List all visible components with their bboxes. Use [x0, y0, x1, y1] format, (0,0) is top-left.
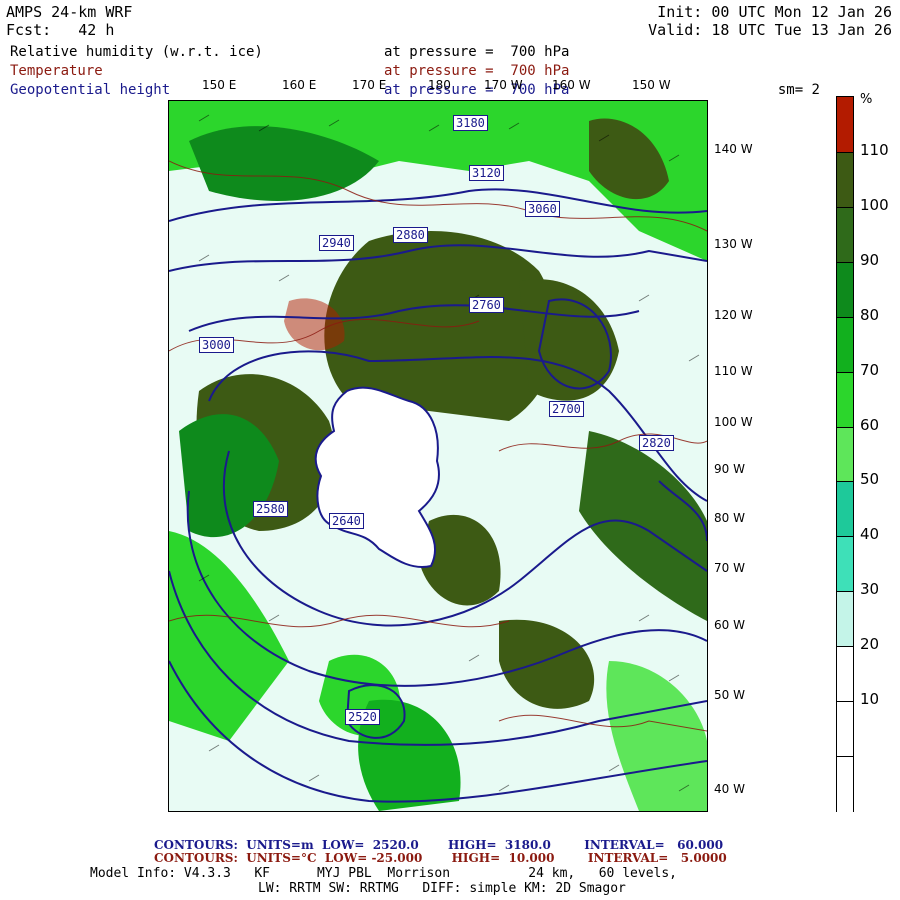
field-temp-level: at pressure = 700 hPa — [384, 63, 570, 79]
model-title: AMPS 24-km WRF — [6, 3, 133, 21]
colorbar-segment — [837, 701, 853, 758]
colorbar-tick-label: 20 — [860, 635, 880, 654]
smoothing-label: sm= 2 — [777, 82, 820, 98]
colorbar-segment — [837, 151, 853, 208]
height-label: 2760 — [469, 297, 504, 313]
colorbar-tick-label: 110 — [860, 140, 889, 159]
height-label: 2520 — [345, 709, 380, 725]
colorbar-tick-label: 10 — [860, 690, 880, 709]
colorbar-segment — [837, 316, 853, 373]
lat-label: 70 W — [714, 561, 745, 575]
height-label: 3000 — [199, 337, 234, 353]
lat-label: 90 W — [714, 462, 745, 476]
field-rh-level: at pressure = 700 hPa — [384, 44, 570, 60]
forecast-hour: Fcst: 42 h — [6, 21, 115, 39]
colorbar-segment — [837, 536, 853, 593]
lat-label: 110 W — [714, 364, 753, 378]
height-label: 2640 — [329, 513, 364, 529]
map-field — [169, 101, 707, 811]
height-label: 2700 — [549, 401, 584, 417]
lat-label: 50 W — [714, 688, 745, 702]
lon-label: 160 W — [552, 78, 591, 92]
model-info: Model Info: V4.3.3 KF MYJ PBL Morrison 2… — [90, 866, 677, 881]
lat-label: 140 W — [714, 142, 753, 156]
lat-label: 40 W — [714, 782, 745, 796]
colorbar-tick-label: 90 — [860, 250, 880, 269]
height-label: 2820 — [639, 435, 674, 451]
colorbar-tick-label: 70 — [860, 360, 880, 379]
valid-time: Valid: 18 UTC Tue 13 Jan 26 — [648, 21, 892, 39]
field-geopot-name: Geopotential height — [10, 82, 171, 98]
lat-label: 100 W — [714, 415, 753, 429]
colorbar-segment — [837, 646, 853, 703]
lon-label: 160 E — [282, 78, 317, 92]
height-label: 3180 — [453, 115, 488, 131]
colorbar-tick-label: 30 — [860, 580, 880, 599]
lat-label: 80 W — [714, 511, 745, 525]
colorbar-tick-label: 40 — [860, 525, 880, 544]
lon-label: 170 W — [484, 78, 523, 92]
model-physics: LW: RRTM SW: RRTMG DIFF: simple KM: 2D S… — [258, 881, 626, 896]
lat-label: 120 W — [714, 308, 753, 322]
height-label: 3120 — [469, 165, 504, 181]
height-label: 2940 — [319, 235, 354, 251]
colorbar-segment — [837, 206, 853, 263]
colorbar-tick-label: 50 — [860, 470, 880, 489]
colorbar — [836, 96, 854, 812]
height-label: 3060 — [525, 201, 560, 217]
colorbar-tick-label: 80 — [860, 305, 880, 324]
colorbar-segment — [837, 481, 853, 538]
colorbar-segment — [837, 371, 853, 428]
weather-map[interactable]: 3180 3120 3060 3000 2940 2880 2820 2760 … — [168, 100, 708, 812]
lon-label: 180 — [428, 78, 451, 92]
height-label: 2880 — [393, 227, 428, 243]
colorbar-tick-label: 60 — [860, 415, 880, 434]
lon-label: 150 W — [632, 78, 671, 92]
colorbar-segment — [837, 261, 853, 318]
init-time: Init: 00 UTC Mon 12 Jan 26 — [657, 3, 892, 21]
colorbar-segment — [837, 97, 853, 152]
colorbar-segment — [837, 426, 853, 483]
contour-legend-height: CONTOURS: UNITS=m LOW= 2520.0 HIGH= 3180… — [154, 838, 724, 852]
colorbar-segment — [837, 591, 853, 648]
field-geopot-level: at pressure = 700 hPa — [384, 82, 570, 98]
height-label: 2580 — [253, 501, 288, 517]
field-rh-name: Relative humidity (w.r.t. ice) — [10, 44, 263, 60]
lon-label: 150 E — [202, 78, 237, 92]
lat-label: 60 W — [714, 618, 745, 632]
field-temp-name: Temperature — [10, 63, 103, 79]
lon-label: 170 E — [352, 78, 387, 92]
lat-label: 130 W — [714, 237, 753, 251]
colorbar-unit: % — [860, 92, 873, 107]
contour-legend-temperature: CONTOURS: UNITS=°C LOW= -25.000 HIGH= 10… — [154, 851, 727, 865]
colorbar-tick-label: 100 — [860, 195, 889, 214]
colorbar-segment — [837, 756, 853, 812]
